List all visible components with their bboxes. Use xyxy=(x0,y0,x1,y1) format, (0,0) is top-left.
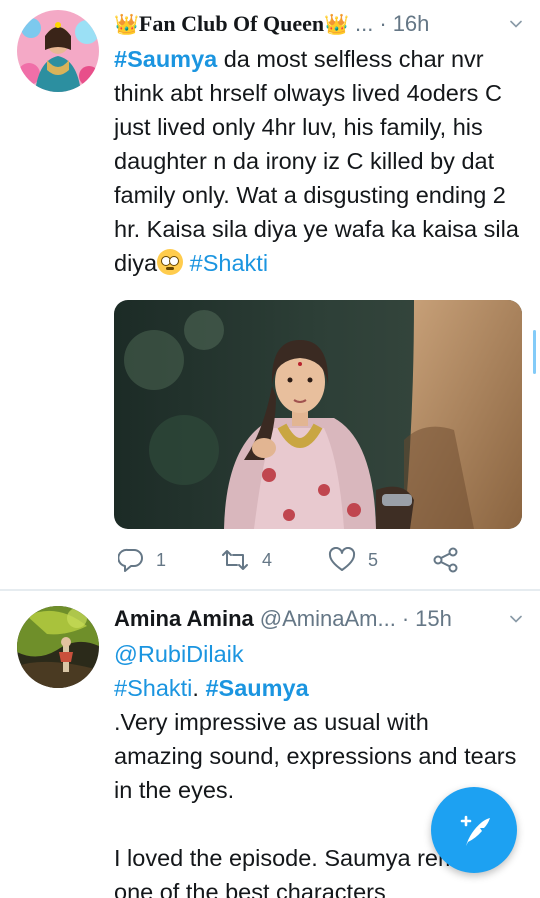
display-name[interactable]: Amina Amina xyxy=(114,606,254,632)
heart-icon xyxy=(328,547,356,571)
crown-emoji: 👑 xyxy=(324,13,350,36)
mention-link[interactable]: @RubiDilaik xyxy=(114,641,244,667)
retweet-icon xyxy=(222,550,248,570)
tweet-header: 👑 Fan Club Of Queen 👑 ... · 16h xyxy=(114,8,526,40)
hashtag[interactable]: #Saumya xyxy=(205,675,308,701)
retweet-button[interactable]: 4 xyxy=(220,543,272,577)
display-name[interactable]: Fan Club Of Queen xyxy=(139,11,324,37)
share-button[interactable] xyxy=(432,543,460,577)
timestamp[interactable]: 15h xyxy=(415,606,452,632)
like-button[interactable]: 5 xyxy=(328,543,378,577)
retweet-count: 4 xyxy=(262,549,273,570)
tweet-media-image[interactable] xyxy=(114,300,522,529)
hashtag[interactable]: #Shakti xyxy=(190,250,268,276)
hashtag[interactable]: #Saumya xyxy=(114,46,217,72)
avatar[interactable] xyxy=(17,10,99,92)
separator-dot: · xyxy=(401,606,410,631)
handle[interactable]: @AminaAm... xyxy=(260,606,396,632)
reply-button[interactable]: 1 xyxy=(118,543,166,577)
compose-tweet-button[interactable] xyxy=(431,787,517,873)
scrollbar[interactable] xyxy=(533,330,536,374)
tweet-body: da most selfless char nvr think abt hrse… xyxy=(114,46,519,276)
timestamp[interactable]: 16h xyxy=(393,11,430,37)
text-separator: . xyxy=(192,675,206,701)
reply-icon xyxy=(118,548,143,572)
avatar-image xyxy=(17,10,99,92)
separator-dot: · xyxy=(379,11,387,36)
hashtag[interactable]: #Shakti xyxy=(114,675,192,701)
reply-count: 1 xyxy=(156,549,167,570)
tweet-text: #Saumya da most selfless char nvr think … xyxy=(114,42,524,280)
crown-emoji: 👑 xyxy=(114,13,139,36)
chevron-down-icon[interactable] xyxy=(510,613,522,625)
tweet-header: Amina Amina @AminaAm... · 15h xyxy=(114,603,526,635)
tweet-actions: 1 4 5 xyxy=(114,543,464,577)
media-photo xyxy=(114,300,522,529)
like-count: 5 xyxy=(368,549,379,570)
avatar-image xyxy=(17,606,99,688)
tweet[interactable]: 👑 Fan Club Of Queen 👑 ... · 16h #Saumya … xyxy=(0,0,540,590)
handle-ellipsis: ... xyxy=(355,11,374,36)
compose-tweet-icon xyxy=(460,815,490,846)
avatar[interactable] xyxy=(17,606,99,688)
rolling-eyes-emoji-icon xyxy=(157,249,184,275)
chevron-down-icon[interactable] xyxy=(510,18,522,30)
share-icon xyxy=(433,547,458,573)
